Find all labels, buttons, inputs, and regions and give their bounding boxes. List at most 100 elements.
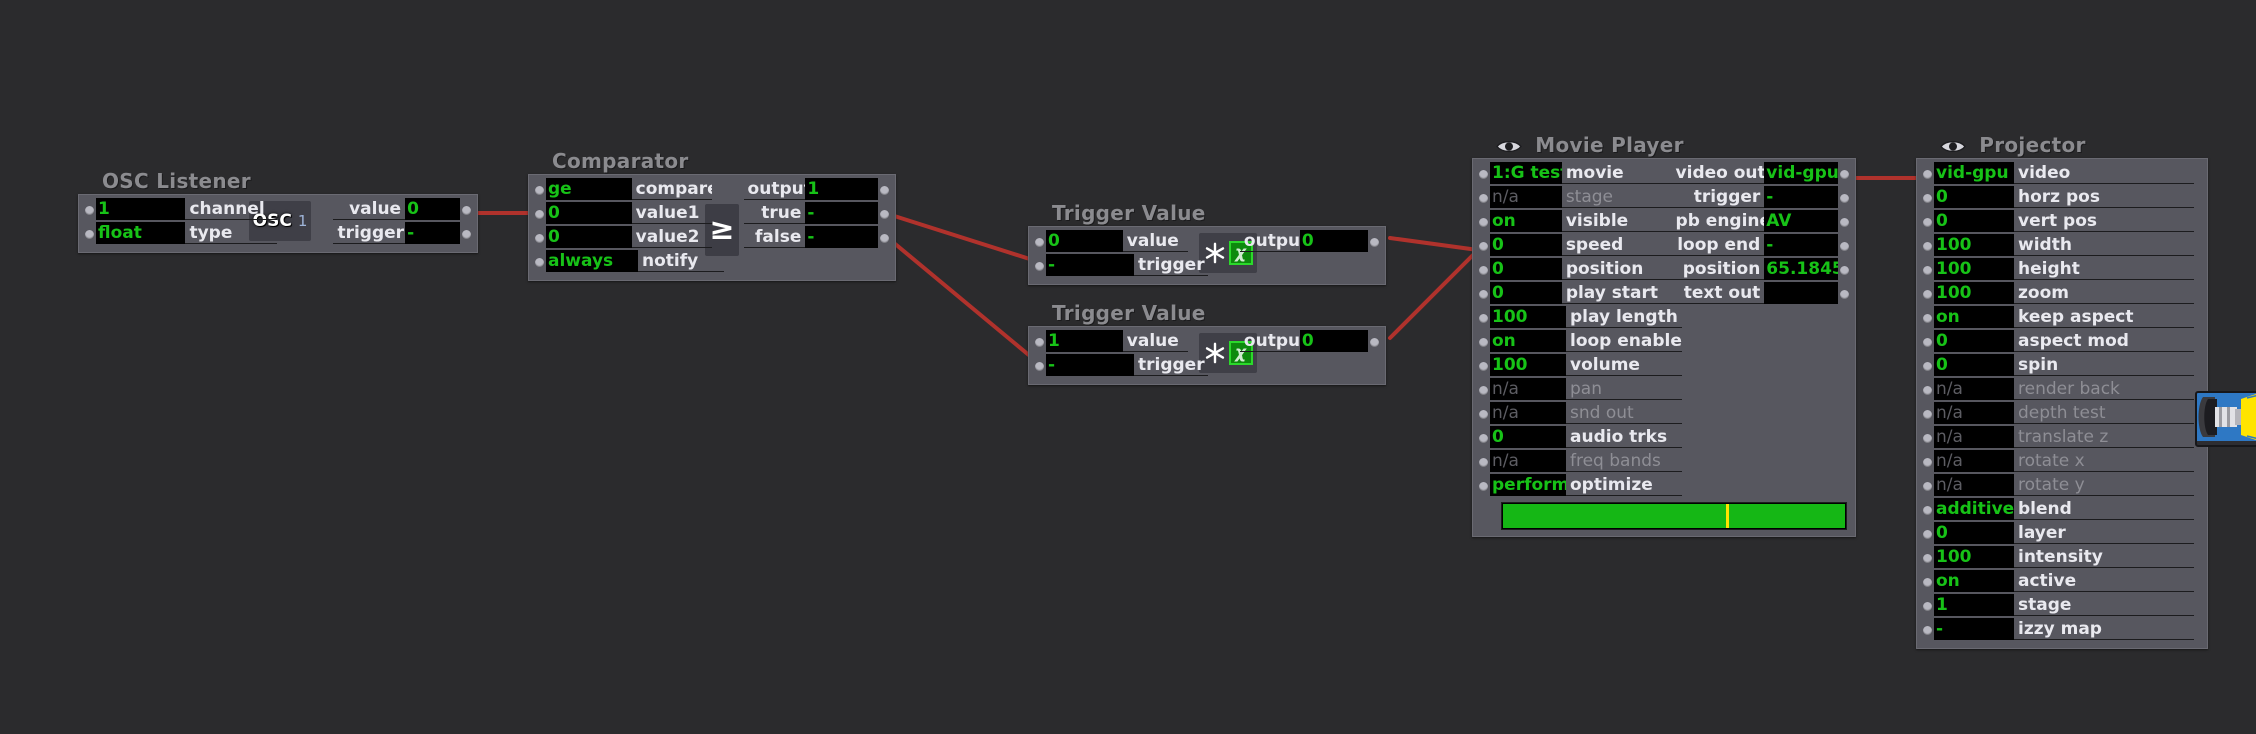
input-value-vert-pos[interactable]: 0: [1934, 210, 2014, 232]
input-pin-izzy-map[interactable]: [1921, 618, 1934, 642]
input-value-stage[interactable]: n/a: [1490, 186, 1562, 208]
eye-icon[interactable]: [1940, 139, 1966, 154]
output-value-pb-engine[interactable]: AV: [1764, 210, 1838, 232]
input-pin-blend[interactable]: [1921, 498, 1934, 522]
input-value-loop-enable[interactable]: on: [1490, 330, 1566, 352]
input-pin-pan[interactable]: [1477, 378, 1490, 402]
patch-canvas[interactable]: OSC Listener OSC 1 1 channel value 0 flo…: [0, 0, 2256, 734]
tv1-row-value[interactable]: 0 value output 0: [1033, 230, 1381, 254]
input-pin-vert-pos[interactable]: [1921, 210, 1934, 234]
input-pin-stage[interactable]: [1921, 594, 1934, 618]
pj-row-blend[interactable]: additive blend: [1921, 498, 2203, 522]
eye-icon[interactable]: [1496, 139, 1522, 154]
output-value-video-out[interactable]: vid-gpu: [1764, 162, 1838, 184]
input-value-stage[interactable]: 1: [1934, 594, 2014, 616]
input-value-trigger[interactable]: -: [1046, 354, 1134, 376]
input-value-layer[interactable]: 0: [1934, 522, 2014, 544]
pj-row-height[interactable]: 100 height: [1921, 258, 2203, 282]
tv2-row-trigger[interactable]: - trigger: [1033, 354, 1381, 378]
input-pin-value[interactable]: [1033, 230, 1046, 254]
mp-row-movie[interactable]: 1:G test movie video out vid-gpu: [1477, 162, 1851, 186]
node-body-comparator[interactable]: ≥ ge compare output 1 0 value1 true: [528, 174, 896, 281]
output-value-trigger[interactable]: -: [405, 222, 460, 244]
input-value-optimize[interactable]: performa: [1490, 474, 1566, 496]
input-pin-width[interactable]: [1921, 234, 1934, 258]
node-osc-listener[interactable]: OSC Listener OSC 1 1 channel value 0 flo…: [78, 168, 478, 253]
input-value-intensity[interactable]: 100: [1934, 546, 2014, 568]
comparator-row-notify[interactable]: always notify: [533, 250, 891, 274]
input-pin-type[interactable]: [83, 222, 96, 246]
input-pin-notify[interactable]: [533, 250, 546, 274]
input-value-visible[interactable]: on: [1490, 210, 1562, 232]
input-value-compare[interactable]: ge: [546, 178, 632, 200]
input-pin-trigger[interactable]: [1033, 254, 1046, 278]
input-pin-compare[interactable]: [533, 178, 546, 202]
input-pin-intensity[interactable]: [1921, 546, 1934, 570]
input-value-zoom[interactable]: 100: [1934, 282, 2014, 304]
output-pin-false[interactable]: [878, 226, 891, 250]
mp-row-snd-out[interactable]: n/a snd out: [1477, 402, 1851, 426]
pj-row-translate-z[interactable]: n/a translate z: [1921, 426, 2203, 450]
output-pin-true[interactable]: [878, 202, 891, 226]
input-value-type[interactable]: float: [96, 222, 186, 244]
input-value-value[interactable]: 0: [1046, 230, 1123, 252]
input-pin-movie[interactable]: [1477, 162, 1490, 186]
node-trigger-value-2[interactable]: Trigger Value χ 1 value outpu 0 - trigge…: [1028, 300, 1386, 385]
progress-playhead[interactable]: [1725, 504, 1729, 528]
osc-row-type[interactable]: float type trigger -: [83, 222, 473, 246]
tv1-row-trigger[interactable]: - trigger: [1033, 254, 1381, 278]
node-projector[interactable]: Projector vid-gpu video 0 horz pos 0 ver…: [1916, 132, 2256, 649]
output-value-position[interactable]: 65.1845: [1764, 258, 1838, 280]
input-value-audio-trks[interactable]: 0: [1490, 426, 1566, 448]
input-pin-audio-trks[interactable]: [1477, 426, 1490, 450]
output-value-true[interactable]: -: [805, 202, 879, 224]
mp-row-speed[interactable]: 0 speed loop end -: [1477, 234, 1851, 258]
pj-row-aspect-mod[interactable]: 0 aspect mod: [1921, 330, 2203, 354]
input-value-translate-z[interactable]: n/a: [1934, 426, 2014, 448]
output-pin-loop-end[interactable]: [1838, 234, 1851, 258]
input-pin-stage[interactable]: [1477, 186, 1490, 210]
mp-row-optimize[interactable]: performa optimize: [1477, 474, 1851, 498]
pj-row-izzy-map[interactable]: - izzy map: [1921, 618, 2203, 642]
input-value-play-length[interactable]: 100: [1490, 306, 1566, 328]
input-value-spin[interactable]: 0: [1934, 354, 2014, 376]
input-pin-channel[interactable]: [83, 198, 96, 222]
input-pin-zoom[interactable]: [1921, 282, 1934, 306]
node-body-osc-listener[interactable]: OSC 1 1 channel value 0 float type trigg…: [78, 194, 478, 253]
node-body-projector[interactable]: vid-gpu video 0 horz pos 0 vert pos 100 …: [1916, 158, 2256, 649]
input-value-movie[interactable]: 1:G test: [1490, 162, 1562, 184]
input-value-snd-out[interactable]: n/a: [1490, 402, 1566, 424]
input-pin-optimize[interactable]: [1477, 474, 1490, 498]
pj-row-layer[interactable]: 0 layer: [1921, 522, 2203, 546]
input-pin-translate-z[interactable]: [1921, 426, 1934, 450]
input-pin-visible[interactable]: [1477, 210, 1490, 234]
output-pin-value[interactable]: [460, 198, 473, 222]
pj-row-width[interactable]: 100 width: [1921, 234, 2203, 258]
pj-row-active[interactable]: on active: [1921, 570, 2203, 594]
input-pin-aspect-mod[interactable]: [1921, 330, 1934, 354]
input-value-freq-bands[interactable]: n/a: [1490, 450, 1566, 472]
mp-row-play-length[interactable]: 100 play length: [1477, 306, 1851, 330]
input-value-video[interactable]: vid-gpu: [1934, 162, 2014, 184]
output-pin-output[interactable]: [1368, 230, 1381, 254]
input-pin-trigger[interactable]: [1033, 354, 1046, 378]
pj-row-stage[interactable]: 1 stage: [1921, 594, 2203, 618]
pj-row-spin[interactable]: 0 spin: [1921, 354, 2203, 378]
output-value-output[interactable]: 0: [1299, 230, 1369, 252]
input-value-channel[interactable]: 1: [96, 198, 186, 220]
input-pin-rotate-y[interactable]: [1921, 474, 1934, 498]
input-value-depth-test[interactable]: n/a: [1934, 402, 2014, 424]
node-body-movie-player[interactable]: 1:G test movie video out vid-gpu n/a sta…: [1472, 158, 1856, 537]
mp-row-visible[interactable]: on visible pb engine AV: [1477, 210, 1851, 234]
mp-row-volume[interactable]: 100 volume: [1477, 354, 1851, 378]
pj-row-intensity[interactable]: 100 intensity: [1921, 546, 2203, 570]
input-value-value[interactable]: 1: [1046, 330, 1123, 352]
movie-progress-bar[interactable]: [1501, 502, 1847, 530]
node-movie-player[interactable]: Movie Player 1:G test movie video out vi…: [1472, 132, 1856, 537]
input-pin-play-length[interactable]: [1477, 306, 1490, 330]
pj-row-render-back[interactable]: n/a render back: [1921, 378, 2203, 402]
input-pin-value2[interactable]: [533, 226, 546, 250]
input-value-izzy-map[interactable]: -: [1934, 618, 2014, 640]
mp-row-freq-bands[interactable]: n/a freq bands: [1477, 450, 1851, 474]
input-value-horz-pos[interactable]: 0: [1934, 186, 2014, 208]
